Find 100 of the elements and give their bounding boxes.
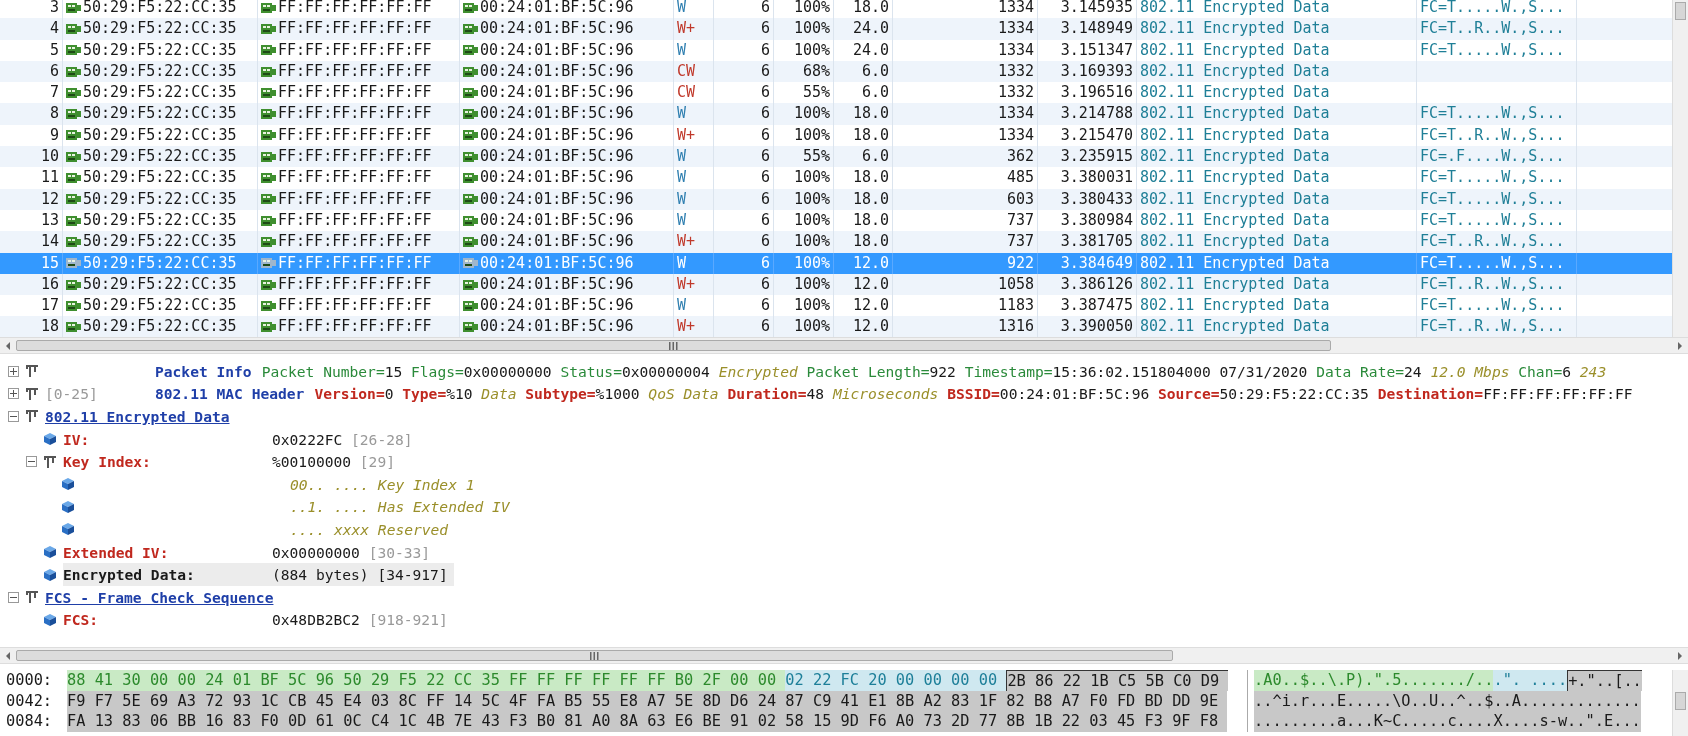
node-title: 802.11 MAC Header xyxy=(155,385,305,403)
field-value: 0x00000000 xyxy=(272,543,360,561)
table-cell: 50:29:F5:22:CC:35 xyxy=(83,231,237,253)
packet-row[interactable]: 4 50:29:F5:22:CC:35 FF:FF:FF:FF:FF:FF 00:24:01:BF:5C:96 W+ 6 100% 24.0 1334 3.148949 802.11 Encrypted Data FC=T..R..W.,S... xyxy=(0,18,1672,40)
packet-row[interactable]: 8 50:29:F5:22:CC:35 FF:FF:FF:FF:FF:FF 00:24:01:BF:5C:96 W 6 100% 18.0 1334 3.214788 802.11 Encrypted Data FC=T.....W.,S... xyxy=(0,103,1672,125)
scrollbar-thumb[interactable] xyxy=(16,340,1331,351)
byte-range: [34-917] xyxy=(377,566,448,584)
table-cell: 14 xyxy=(40,231,59,253)
packet-row[interactable]: 12 50:29:F5:22:CC:35 FF:FF:FF:FF:FF:FF 00:24:01:BF:5C:96 W 6 100% 18.0 603 3.380433 802.11 Encrypted Data FC=T.....W.,S... xyxy=(0,188,1672,210)
table-cell-text: 3.386126 xyxy=(1060,273,1133,295)
table-cell-text: 6.0 xyxy=(861,60,889,82)
field-value: 48 xyxy=(806,385,825,403)
vertical-scrollbar[interactable] xyxy=(1672,670,1688,736)
table-cell-text: W+ xyxy=(677,273,696,295)
network-card-icon xyxy=(261,172,276,184)
packet-row[interactable]: 14 50:29:F5:22:CC:35 FF:FF:FF:FF:FF:FF 00:24:01:BF:5C:96 W+ 6 100% 18.0 737 3.381705 802.11 Encrypted Data FC=T..R..W.,S... xyxy=(0,231,1672,253)
table-cell: FF:FF:FF:FF:FF:FF xyxy=(278,39,432,61)
table-cell: FF:FF:FF:FF:FF:FF xyxy=(278,146,432,168)
network-card-icon xyxy=(66,299,81,312)
scrollbar-thumb[interactable] xyxy=(1675,692,1686,710)
selected-field[interactable]: Encrypted Data: (884 bytes) [34-917] xyxy=(63,563,454,586)
table-cell: CW xyxy=(677,82,696,104)
table-cell-text: 00:24:01:BF:5C:96 xyxy=(480,124,634,146)
packet-row[interactable]: 16 50:29:F5:22:CC:35 FF:FF:FF:FF:FF:FF 00:24:01:BF:5C:96 W+ 6 100% 12.0 1058 3.386126 802.11 Encrypted Data FC=T..R..W.,S... xyxy=(0,273,1672,296)
table-cell-text: 802.11 Encrypted Data xyxy=(1140,124,1330,146)
table-cell: 24.0 xyxy=(852,18,889,40)
section-title[interactable]: 802.11 Encrypted Data xyxy=(45,408,230,425)
branch-icon xyxy=(25,590,39,605)
table-cell: FF:FF:FF:FF:FF:FF xyxy=(278,252,432,274)
table-cell-text: 68% xyxy=(802,60,830,82)
hex-bytes[interactable]: 02 22 FC 20 00 00 00 00 xyxy=(785,670,1007,691)
table-cell: 50:29:F5:22:CC:35 xyxy=(83,39,237,61)
table-cell: 100% xyxy=(793,18,830,40)
field-value: 0x00000004 xyxy=(621,362,710,380)
packet-row[interactable]: 6 50:29:F5:22:CC:35 FF:FF:FF:FF:FF:FF 00:24:01:BF:5C:96 CW 6 68% 6.0 1332 3.169393 802.11 Encrypted Data xyxy=(0,60,1672,83)
horizontal-scrollbar[interactable] xyxy=(0,337,1688,354)
packet-row[interactable]: 10 50:29:F5:22:CC:35 FF:FF:FF:FF:FF:FF 00:24:01:BF:5C:96 W 6 55% 6.0 362 3.235915 802.11 Encrypted Data FC=.F....W.,S... xyxy=(0,146,1672,168)
field-value: 15:36:02.151804000 07/31/2020 xyxy=(1052,362,1308,380)
scroll-left-icon[interactable] xyxy=(6,341,10,350)
network-card-icon xyxy=(261,65,276,78)
scrollbar-thumb[interactable] xyxy=(16,650,1173,661)
table-cell: FF:FF:FF:FF:FF:FF xyxy=(278,103,432,125)
table-cell-text: 18.0 xyxy=(852,124,889,146)
table-cell: FC=T.....W.,S... xyxy=(1420,295,1565,317)
table-cell: FC=T..R..W.,S... xyxy=(1420,231,1565,253)
hex-bytes[interactable]: F9 F7 5E 69 A3 72 93 1C CB 45 E4 03 8C FF 14 5C 4F FA B5 55 E8 A7 5E 8D D6 24 87 C9 41 E1 8B A2 83 1F 82 B8 A7 F0 FD BD DD 9E xyxy=(67,690,1228,712)
field-value: %00100000 xyxy=(272,453,352,471)
scrollbar-thumb[interactable] xyxy=(1675,2,1686,20)
field-label: Duration= xyxy=(727,385,807,403)
table-cell: 17 xyxy=(40,295,59,317)
table-cell: 802.11 Encrypted Data xyxy=(1140,231,1330,253)
table-cell: 802.11 Encrypted Data xyxy=(1140,18,1330,40)
ascii-text[interactable]: ..^i.r...E.....\O..U..^..$..A............. xyxy=(1254,690,1641,712)
field-value: 922 xyxy=(929,362,956,380)
table-cell-text: 6 xyxy=(760,124,770,146)
scroll-left-icon[interactable] xyxy=(6,651,10,660)
table-cell: 1332 xyxy=(997,82,1034,104)
table-cell: 50:29:F5:22:CC:35 xyxy=(83,316,237,337)
table-cell: 4 xyxy=(49,18,59,40)
table-cell: 6 xyxy=(760,316,770,337)
table-cell-text: 100% xyxy=(793,273,830,295)
network-card-icon xyxy=(66,86,81,99)
network-card-icon xyxy=(261,299,276,312)
table-cell: 55% xyxy=(802,82,830,104)
network-card-icon xyxy=(66,172,81,184)
network-card-icon xyxy=(66,22,81,35)
scroll-right-icon[interactable] xyxy=(1678,651,1682,660)
field-label: Packet Length= xyxy=(806,362,930,380)
network-card-icon xyxy=(261,22,276,35)
network-card-icon xyxy=(261,1,276,14)
table-cell: FF:FF:FF:FF:FF:FF xyxy=(278,316,432,337)
table-cell: FC=T..R..W.,S... xyxy=(1420,316,1565,337)
table-cell-text: 13 xyxy=(40,209,59,231)
packet-row[interactable]: 18 50:29:F5:22:CC:35 FF:FF:FF:FF:FF:FF 00:24:01:BF:5C:96 W+ 6 100% 12.0 1316 3.390050 802.11 Encrypted Data FC=T..R..W.,S... xyxy=(0,316,1672,337)
table-cell: 6 xyxy=(760,146,770,168)
network-card-icon xyxy=(463,108,478,121)
table-cell-text: 3.380984 xyxy=(1060,209,1133,231)
hex-bytes[interactable]: 2B 86 22 1B C5 5B C0 D9 xyxy=(1006,670,1229,691)
table-cell-text: 3 xyxy=(49,0,59,18)
table-cell: FF:FF:FF:FF:FF:FF xyxy=(278,167,432,189)
hex-bytes[interactable]: FA 13 83 06 BB 16 83 F0 0D 61 0C C4 1C 4B 7E 43 F3 B0 81 A0 8A 63 E6 BE 91 02 58 15 9D F6 A0 73 2D 77 8B 1B 22 03 45 F3 9F F8 xyxy=(67,711,1228,733)
table-cell: 50:29:F5:22:CC:35 xyxy=(83,295,237,317)
network-card-icon xyxy=(66,214,81,227)
horizontal-scrollbar[interactable] xyxy=(0,647,1688,664)
table-cell-text: FF:FF:FF:FF:FF:FF xyxy=(278,60,432,82)
ascii-text[interactable]: .". .... xyxy=(1493,670,1568,691)
ascii-text[interactable]: .........a...K~C.....c....X....s-w..".E... xyxy=(1254,711,1641,733)
scroll-right-icon[interactable] xyxy=(1678,341,1682,350)
vertical-scrollbar[interactable] xyxy=(1672,0,1688,337)
hex-offset: 0084: xyxy=(5,711,54,733)
section-title[interactable]: FCS - Frame Check Sequence xyxy=(45,588,274,606)
field-note: Microseconds xyxy=(832,385,939,403)
table-cell-text: 802.11 Encrypted Data xyxy=(1140,209,1330,231)
table-cell: 802.11 Encrypted Data xyxy=(1140,39,1330,61)
table-cell-text: 50:29:F5:22:CC:35 xyxy=(83,124,237,146)
ascii-text[interactable]: +."..[.. xyxy=(1567,670,1642,691)
table-cell-text: 802.11 Encrypted Data xyxy=(1140,273,1330,295)
table-cell: 50:29:F5:22:CC:35 xyxy=(83,252,237,274)
table-cell: 00:24:01:BF:5C:96 xyxy=(480,252,634,274)
table-cell-text: FF:FF:FF:FF:FF:FF xyxy=(278,273,432,295)
